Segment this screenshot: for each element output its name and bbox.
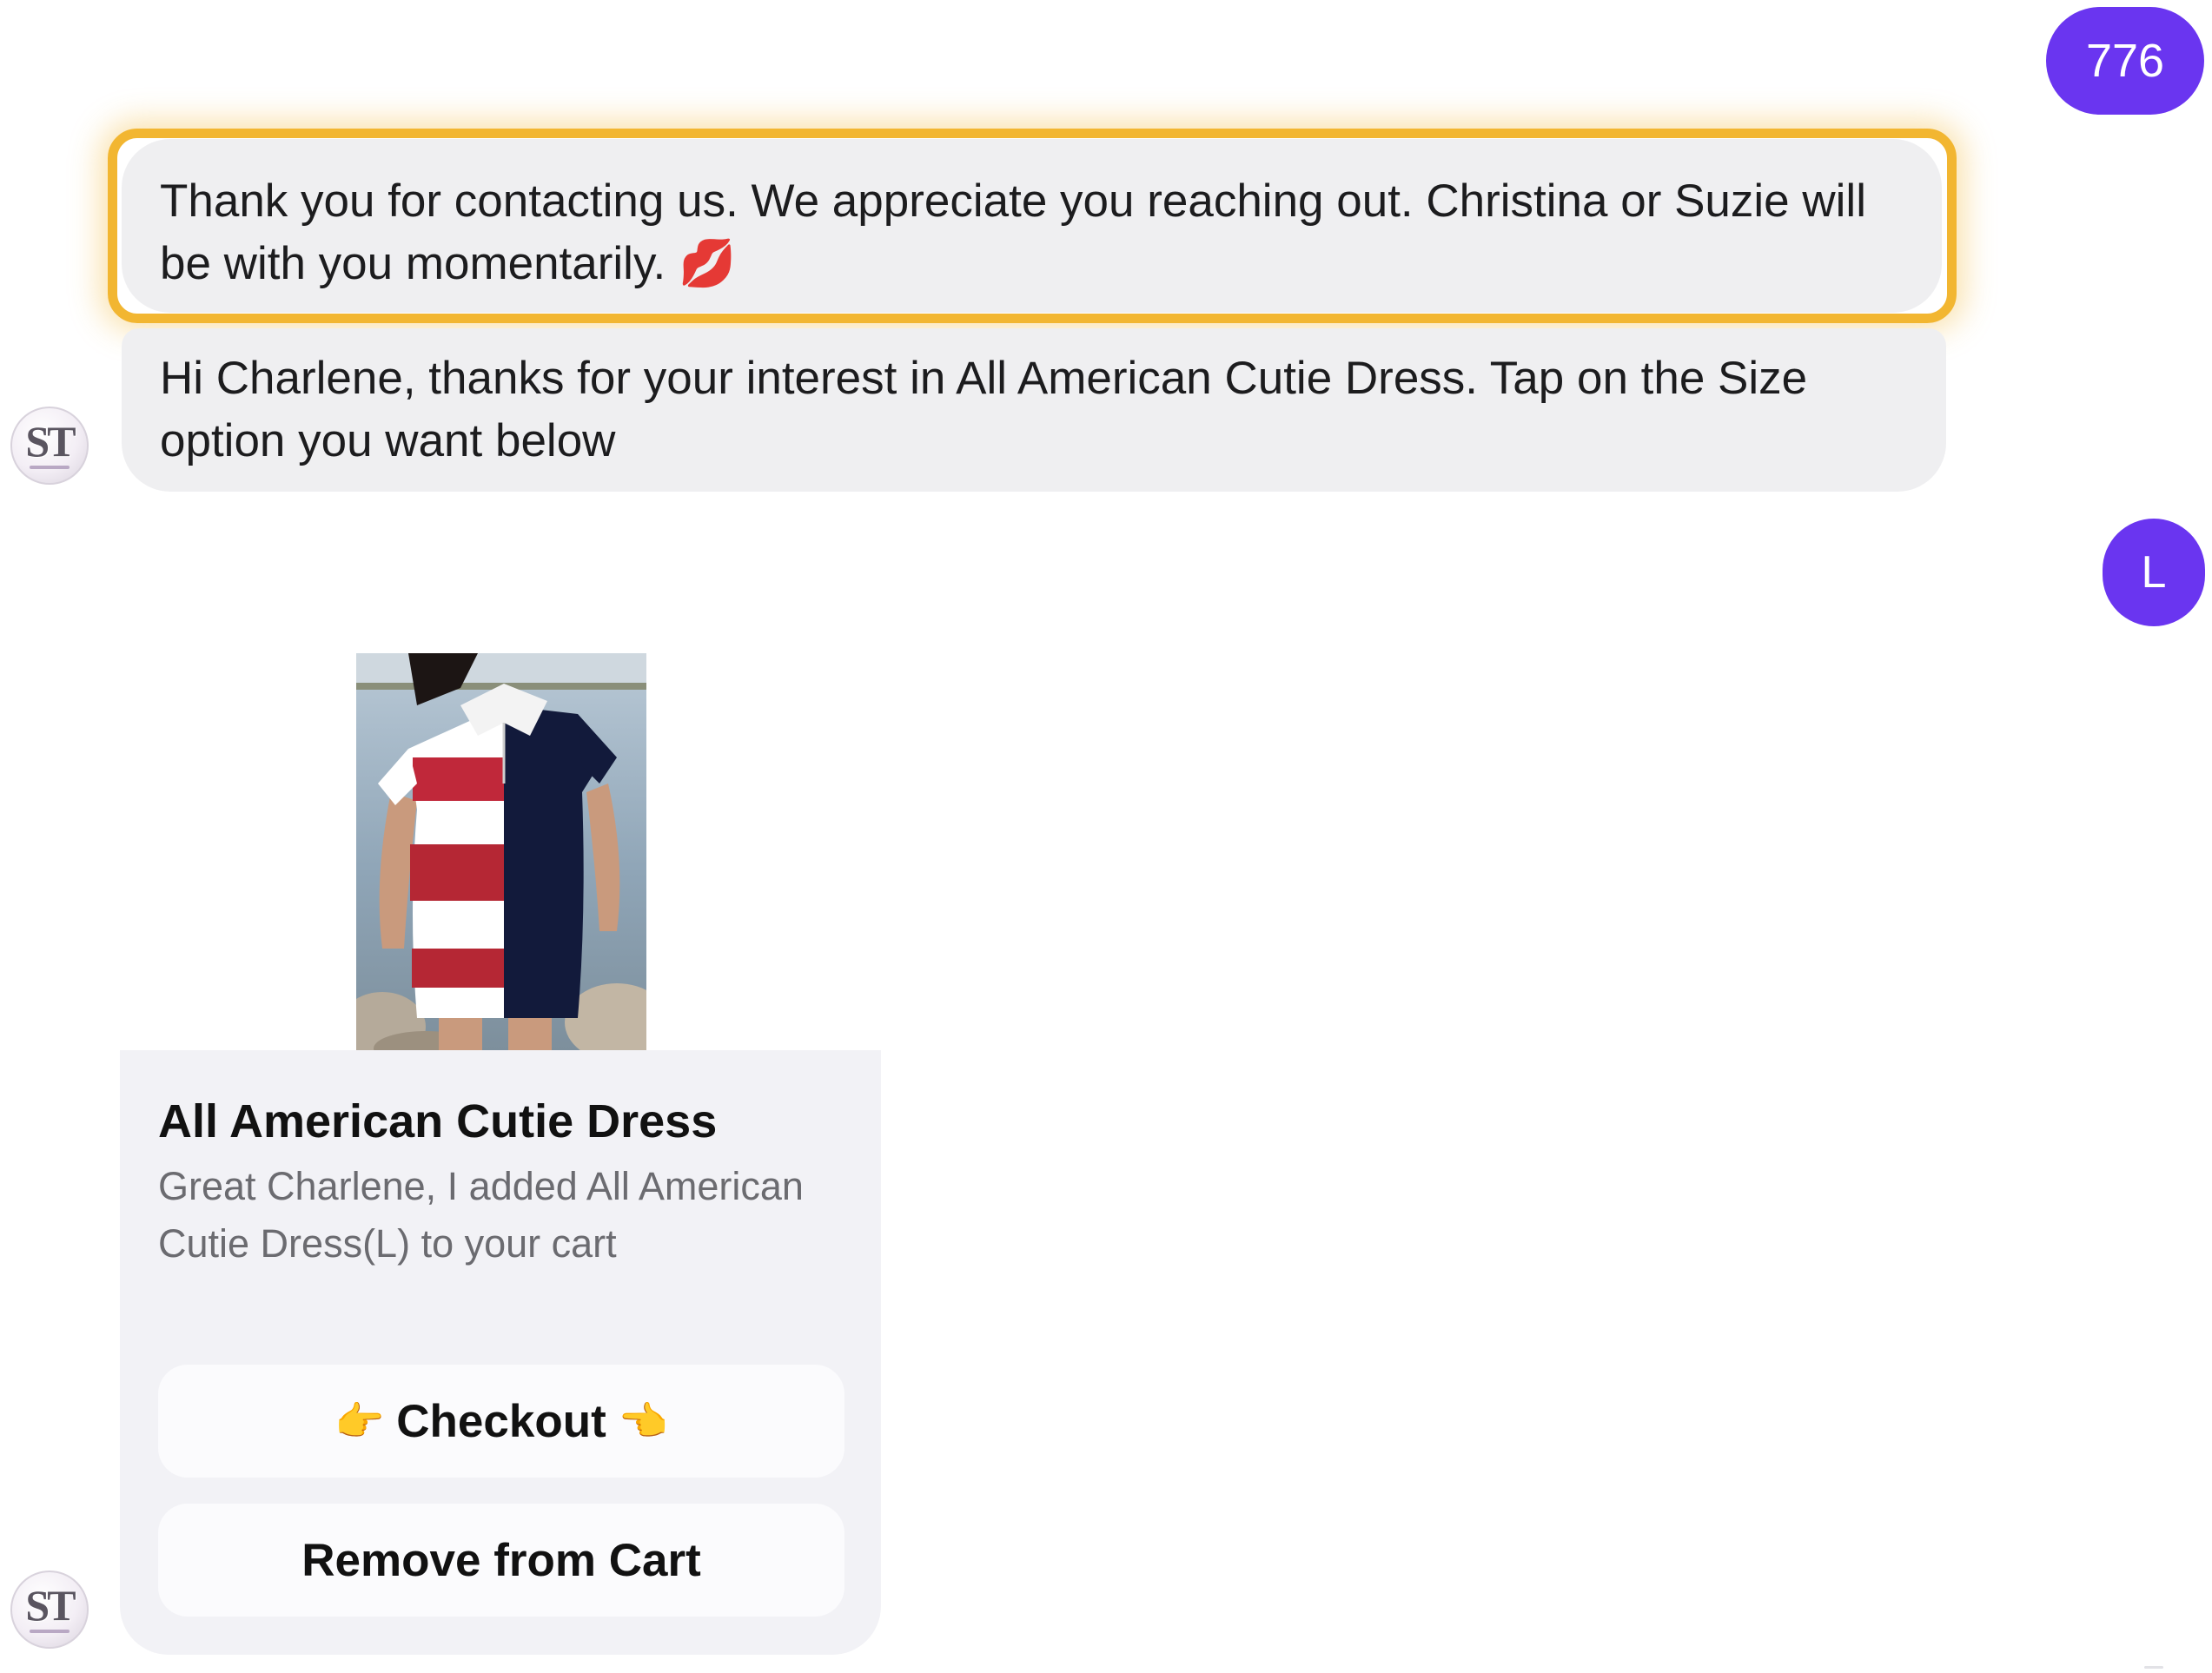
product-description: Great Charlene, I added All American Cut… — [158, 1164, 804, 1266]
user-message-bubble[interactable]: 776 — [2046, 7, 2204, 115]
checkout-button-label: Checkout — [396, 1395, 606, 1447]
user-message-bubble[interactable]: L — [2103, 519, 2205, 626]
avatar-monogram: ST — [25, 1581, 76, 1630]
dress-photo-illustration — [356, 653, 646, 1051]
lips-emoji: 💋 — [678, 238, 736, 289]
checkout-button[interactable]: 👉 Checkout 👈 — [158, 1365, 844, 1478]
remove-from-cart-label: Remove from Cart — [301, 1534, 701, 1586]
avatar-script-decoration — [30, 466, 70, 469]
store-avatar[interactable]: ST — [10, 1571, 89, 1649]
pointing-left-icon: 👈 — [618, 1398, 669, 1444]
incoming-message-text: Thank you for contacting us. We apprecia… — [160, 175, 1866, 289]
product-image[interactable] — [356, 653, 646, 1051]
store-avatar[interactable]: ST — [10, 407, 89, 485]
avatar-script-decoration — [30, 1630, 70, 1633]
user-message-text: L — [2141, 547, 2167, 598]
pointing-right-icon: 👉 — [334, 1398, 385, 1444]
scroll-indicator — [2144, 1666, 2163, 1669]
user-message-text: 776 — [2085, 35, 2165, 87]
incoming-message-bubble[interactable]: Hi Charlene, thanks for your interest in… — [122, 328, 1946, 492]
avatar-monogram: ST — [25, 417, 76, 466]
product-title: All American Cutie Dress — [158, 1095, 718, 1147]
incoming-message-bubble[interactable]: Thank you for contacting us. We apprecia… — [122, 139, 1942, 313]
remove-from-cart-button[interactable]: Remove from Cart — [158, 1504, 844, 1617]
incoming-message-text: Hi Charlene, thanks for your interest in… — [160, 353, 1808, 466]
